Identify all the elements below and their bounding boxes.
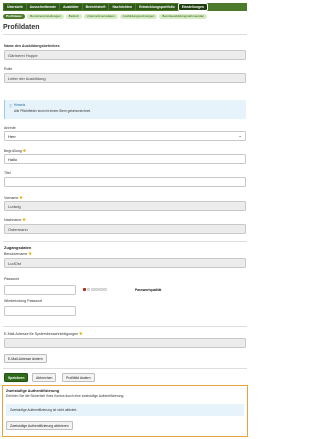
subtab-ausbildungsordnungen[interactable]: Ausbildungsordnungen	[119, 14, 158, 19]
sub-navigation: Profildaten Benutzereinstellungen Betrie…	[3, 13, 247, 20]
subtab-unternehmensdaten[interactable]: Unternehmensdaten	[83, 14, 118, 19]
lastname-field[interactable]: Ostermann	[4, 224, 246, 234]
title-divider	[3, 34, 247, 35]
email-divider	[3, 326, 247, 327]
greeting-input[interactable]: Hallo	[4, 154, 246, 164]
salutation-select[interactable]: Herr	[4, 131, 246, 141]
two-factor-status: Zweistufige Authentifizierung ist nicht …	[6, 404, 244, 416]
tab-berichtsheft[interactable]: Berichtsheft	[82, 4, 109, 10]
required-notice: ⓘ Hinweis Alle Pflichtfelder sind mit ei…	[4, 100, 246, 119]
required-star-icon: ✱	[79, 331, 83, 336]
username-label: Benutzername✱	[4, 251, 32, 256]
password-quality-segment	[103, 288, 107, 292]
role-field: Leiter der Ausbildung	[4, 73, 246, 83]
subtab-rahmenplan[interactable]: Berufsausbildungsrahmenplan	[159, 14, 208, 19]
tab-ausbilder[interactable]: Ausbilder	[60, 4, 82, 10]
tab-uebersicht[interactable]: Übersicht	[4, 4, 26, 10]
lastname-label: Nachname✱	[4, 217, 26, 222]
page-title: Profildaten	[3, 24, 40, 31]
required-star-icon: ✱	[22, 217, 26, 222]
password-quality-meter	[83, 288, 107, 292]
two-factor-panel: Zweistufige Authentifizierung Erhöhen Si…	[2, 385, 248, 437]
tab-ausschreibende[interactable]: Ausschreibende	[26, 4, 60, 10]
password-quality-segment	[83, 288, 87, 292]
password-quality-segment	[87, 288, 91, 292]
change-email-button[interactable]: E-Mail-Adresse ändern	[4, 354, 47, 363]
notice-title: Hinweis	[14, 103, 26, 107]
tab-einstellungen[interactable]: Einstellungen	[177, 3, 208, 11]
two-factor-title: Zweistufige Authentifizierung	[6, 389, 60, 393]
firstname-field[interactable]: Ludwig	[4, 201, 246, 211]
subtab-profildaten[interactable]: Profildaten	[3, 14, 26, 19]
title-input[interactable]	[4, 177, 246, 187]
salutation-label: Anrede	[4, 126, 16, 130]
password-quality-segment	[91, 288, 95, 292]
main-navigation: Übersicht Ausschreibende Ausbilder Beric…	[3, 3, 247, 11]
password-label: Passwort	[4, 277, 19, 281]
subtab-betrieb[interactable]: Betrieb	[65, 14, 82, 19]
password-input[interactable]	[4, 285, 76, 295]
activate-two-factor-button[interactable]: Zweistufige Authentifizierung aktivieren	[6, 421, 73, 430]
email-label: E-Mail-Adresse für Systembenachrichtigun…	[4, 331, 83, 336]
required-star-icon: ✱	[22, 148, 27, 153]
access-heading: Zugangsdaten	[4, 245, 32, 250]
email-field	[4, 338, 246, 348]
password-repeat-label: Wiederholung Passwort	[4, 299, 42, 303]
info-icon: ⓘ	[9, 104, 13, 108]
greeting-label: Begrüßung✱	[4, 148, 27, 153]
password-quality-segment	[95, 288, 99, 292]
title-label: Titel	[4, 171, 11, 175]
tab-nachrichten[interactable]: Nachrichten	[109, 4, 136, 10]
password-quality-segment	[99, 288, 103, 292]
username-field: LudOst	[4, 258, 246, 268]
firstname-label: Vorname✱	[4, 195, 23, 200]
password-repeat-input[interactable]	[4, 306, 76, 316]
tab-entwicklungsportfolio[interactable]: Entwicklungsportfolio	[136, 4, 178, 10]
section-divider	[3, 241, 247, 242]
actions-divider	[3, 368, 247, 369]
save-button[interactable]: Speichern	[4, 373, 29, 382]
subtab-benutzereinstellungen[interactable]: Benutzereinstellungen	[27, 14, 64, 19]
notice-text: Alle Pflichtfelder sind mit einem Stern …	[14, 109, 91, 113]
required-star-icon: ✱	[28, 251, 32, 256]
required-star-icon: ✱	[19, 195, 23, 200]
change-profile-picture-button[interactable]: Profilbild ändern	[62, 373, 95, 382]
cancel-button[interactable]: Abbrechen	[32, 373, 57, 382]
company-field: Gärtnerei Hoppe	[4, 50, 246, 60]
two-factor-text: Erhöhen Sie die Sicherheit Ihres Kontos …	[6, 394, 125, 398]
password-quality-label: Passwortqualität	[135, 288, 162, 292]
role-label: Rolle	[4, 67, 13, 71]
company-label: Name des Ausbildungsbetriebes	[4, 44, 60, 48]
